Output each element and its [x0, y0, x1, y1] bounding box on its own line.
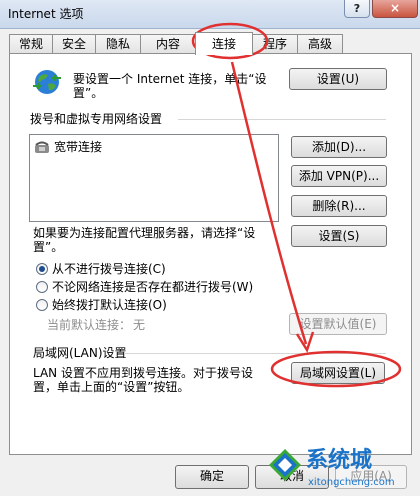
connections-listbox[interactable]: 宽带连接: [29, 134, 279, 222]
radio-button[interactable]: [36, 263, 48, 275]
radio-dial-whenever[interactable]: 不论网络连接是否存在都进行拨号(W): [36, 279, 276, 295]
tab-advanced[interactable]: 高级: [297, 34, 343, 54]
dialup-divider: [178, 119, 386, 120]
remove-button[interactable]: 删除(R)...: [291, 195, 387, 217]
radio-always-dial-label: 始终拨打默认连接(O): [52, 298, 167, 312]
setup-button[interactable]: 设置(U): [289, 68, 387, 90]
watermark-brand: 系统城: [306, 448, 373, 473]
lan-text-line2: 置，单击上面的“设置”按钮。: [33, 380, 190, 394]
phone-connection-icon: [35, 141, 49, 153]
help-button[interactable]: ?: [344, 0, 370, 18]
radio-never-dial[interactable]: 从不进行拨号连接(C): [36, 261, 236, 277]
proxy-text-line1: 如果要为连接配置代理服务器，请选择“设: [33, 226, 256, 240]
add-vpn-button[interactable]: 添加 VPN(P)...: [291, 165, 387, 187]
setup-text-line1: 要设置一个 Internet 连接，单击“设: [73, 72, 267, 86]
lan-settings-button[interactable]: 局域网设置(L): [291, 362, 385, 384]
proxy-text-line2: 置”。: [33, 240, 64, 254]
set-default-button[interactable]: 设置默认值(E): [289, 313, 387, 335]
connection-name: 宽带连接: [54, 140, 103, 154]
lan-text-line1: LAN 设置不应用到拨号连接。对于拨号设: [33, 366, 253, 380]
radio-button[interactable]: [36, 281, 48, 293]
lan-section-title: 局域网(LAN)设置: [33, 346, 127, 360]
tab-security[interactable]: 安全: [52, 34, 96, 54]
current-default-value: 无: [133, 318, 146, 332]
add-button[interactable]: 添加(D)...: [291, 136, 387, 158]
title-bar: Internet 选项 ? ×: [0, 0, 420, 29]
watermark: 系统城 xitongcheng.com: [268, 446, 418, 494]
internet-options-window: Internet 选项 ? × 常规 安全 隐私 内容 连接 程序 高级 要设置…: [0, 0, 420, 496]
dialup-section-title: 拨号和虚拟专用网络设置: [30, 112, 163, 126]
setup-text-line2: 置”。: [73, 86, 104, 100]
current-default-label: 当前默认连接：: [47, 318, 132, 332]
tab-privacy[interactable]: 隐私: [95, 34, 141, 54]
window-title: Internet 选项: [8, 7, 84, 21]
radio-always-dial[interactable]: 始终拨打默认连接(O): [36, 297, 236, 313]
close-button[interactable]: ×: [372, 0, 418, 18]
radio-never-dial-label: 从不进行拨号连接(C): [52, 262, 166, 276]
watermark-logo-icon: [269, 449, 301, 481]
radio-button[interactable]: [36, 299, 48, 311]
globe-network-icon: [33, 70, 61, 94]
radio-dial-whenever-label: 不论网络连接是否存在都进行拨号(W): [52, 280, 254, 294]
lan-divider: [124, 353, 386, 354]
dialup-settings-button[interactable]: 设置(S): [291, 225, 387, 247]
watermark-url: xitongcheng.com: [308, 477, 395, 488]
tab-programs[interactable]: 程序: [252, 34, 298, 54]
tab-content[interactable]: 内容: [140, 34, 196, 54]
ok-button[interactable]: 确定: [175, 465, 249, 489]
tab-general[interactable]: 常规: [9, 34, 53, 54]
tab-connections[interactable]: 连接: [195, 32, 253, 55]
